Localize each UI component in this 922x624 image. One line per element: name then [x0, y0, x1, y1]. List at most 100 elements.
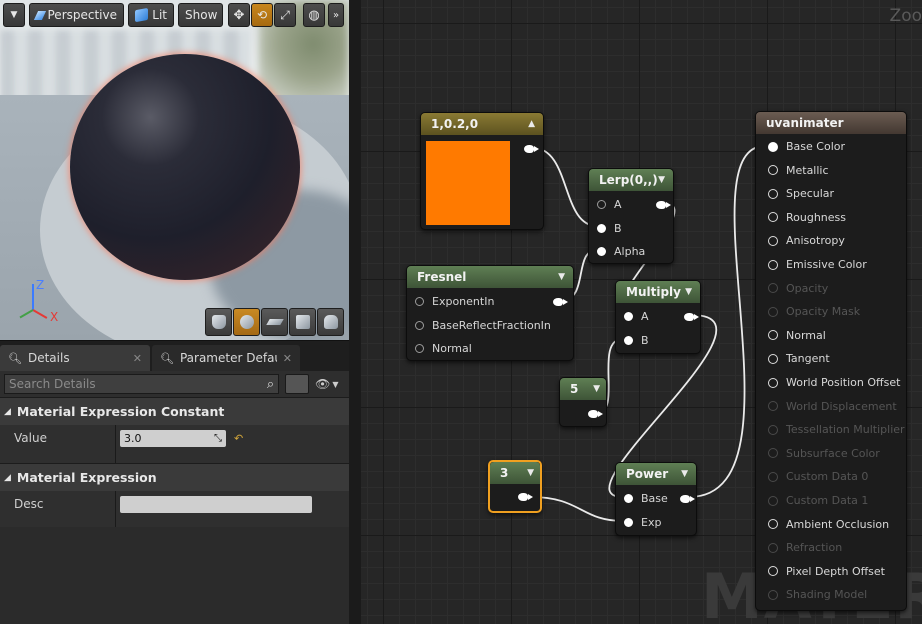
chevron-down-icon: ▼: [10, 10, 18, 20]
pin-exponentin[interactable]: ExponentIn: [415, 295, 494, 308]
material-pin-emissive-color[interactable]: Emissive Color: [768, 258, 867, 271]
node-constant3vector[interactable]: 1,0.2,0 ▲: [420, 112, 544, 230]
node-multiply[interactable]: Multiply ▼ A B: [615, 280, 701, 354]
move-icon: ✥: [233, 7, 245, 23]
output-pin[interactable]: [553, 298, 568, 306]
perspective-icon: [33, 10, 46, 20]
scale-mode-button[interactable]: ⤢: [274, 3, 296, 27]
perspective-button[interactable]: Perspective: [29, 3, 124, 27]
value-field[interactable]: 3.0 ⤡: [120, 429, 226, 447]
preview-cube-button[interactable]: [289, 308, 316, 336]
node-material-result[interactable]: uvanimater Base Color Metallic Specular Rou…: [755, 111, 907, 611]
material-pin-world-position-offset[interactable]: World Position Offset: [768, 376, 900, 389]
magnifier-icon: 🔍︎: [8, 351, 22, 365]
material-preview-viewport[interactable]: ▼ Perspective Lit Show ✥ ⟲ ⤢ ◍ » Z X: [0, 0, 349, 340]
property-row-desc: Desc: [0, 491, 349, 517]
material-pin-metallic[interactable]: Metallic: [768, 164, 829, 177]
pin-a[interactable]: A: [624, 310, 649, 323]
close-icon[interactable]: ✕: [133, 352, 142, 365]
material-pin-anisotropy[interactable]: Anisotropy: [768, 234, 845, 247]
eye-icon: 👁︎: [315, 377, 331, 391]
property-matrix-button[interactable]: [285, 374, 310, 394]
pin-base[interactable]: Base: [624, 492, 668, 505]
rotate-mode-button[interactable]: ⟲: [251, 3, 273, 27]
translate-mode-button[interactable]: ✥: [228, 3, 250, 27]
preview-cylinder-button[interactable]: [205, 308, 232, 336]
output-pin[interactable]: [524, 145, 539, 153]
tab-parameter-defaults-label: Parameter Defaults: [179, 351, 277, 365]
chevron-down-icon[interactable]: ▼: [558, 272, 565, 282]
view-options-button[interactable]: 👁︎ ▼: [315, 374, 345, 394]
tab-details[interactable]: 🔍︎ Details ✕: [0, 345, 150, 371]
pin-dot: [768, 259, 778, 270]
world-local-toggle-button[interactable]: ◍: [303, 3, 325, 27]
pin-label: Normal: [432, 342, 472, 355]
wire-three-to-power-exp: [530, 496, 624, 522]
chevron-down-icon[interactable]: ▼: [685, 287, 692, 297]
pin-a[interactable]: A: [597, 198, 622, 211]
show-button[interactable]: Show: [178, 3, 223, 27]
pin-normal[interactable]: Normal: [415, 342, 472, 355]
output-pin[interactable]: [518, 493, 533, 501]
material-pin-base-color[interactable]: Base Color: [768, 140, 845, 153]
node-constant-3[interactable]: 3 ▼: [488, 460, 542, 513]
preview-mesh-toolbar: [205, 308, 345, 336]
reset-to-default-icon[interactable]: ↶: [234, 432, 243, 445]
pin-dot: [597, 200, 606, 209]
pin-b[interactable]: B: [624, 334, 649, 347]
axis-gizmo: Z X: [8, 278, 58, 325]
preview-sphere[interactable]: [70, 54, 300, 280]
tab-parameter-defaults[interactable]: 🔍︎ Parameter Defaults ✕: [152, 345, 300, 371]
toolbar-overflow-button[interactable]: »: [328, 3, 344, 27]
desc-field[interactable]: [120, 495, 312, 513]
pin-label: A: [641, 310, 649, 323]
desc-label: Desc: [0, 491, 116, 517]
output-pin[interactable]: [684, 313, 699, 321]
material-pin-normal[interactable]: Normal: [768, 329, 826, 342]
chevron-down-icon[interactable]: ▼: [593, 384, 600, 394]
category-material-expression[interactable]: ◢ Material Expression: [0, 463, 349, 491]
output-pin[interactable]: [656, 201, 671, 209]
pin-b[interactable]: B: [597, 222, 622, 235]
pin-dot: [768, 566, 778, 577]
pin-label: World Displacement: [786, 399, 897, 413]
category-material-expression-constant[interactable]: ◢ Material Expression Constant: [0, 397, 349, 425]
preview-plane-button[interactable]: [261, 308, 288, 336]
chevron-down-icon[interactable]: ▼: [527, 468, 534, 478]
category-title: Material Expression Constant: [16, 404, 225, 419]
collapse-up-icon[interactable]: ▲: [528, 119, 535, 129]
material-pin-specular[interactable]: Specular: [768, 187, 834, 200]
material-pin-pixel-depth-offset[interactable]: Pixel Depth Offset: [768, 565, 885, 578]
node-lerp[interactable]: Lerp(0,,) ▼ A B Alpha: [588, 168, 674, 264]
chevron-down-icon[interactable]: ▼: [658, 175, 665, 185]
node-constant-5[interactable]: 5 ▼: [559, 377, 607, 427]
material-pin-tangent[interactable]: Tangent: [768, 352, 830, 365]
pin-basereflectfractionin[interactable]: BaseReflectFractionIn: [415, 319, 551, 332]
pin-dot: [624, 518, 633, 527]
preview-sphere-button[interactable]: [233, 308, 260, 336]
chevron-down-icon[interactable]: ▼: [681, 469, 688, 479]
output-pin[interactable]: [588, 410, 603, 418]
pin-label: Tangent: [786, 352, 830, 366]
node-title: 5: [570, 382, 579, 396]
pin-exp[interactable]: Exp: [624, 516, 661, 529]
node-header: 5 ▼: [560, 378, 606, 400]
pin-label: B: [614, 222, 622, 235]
material-pin-ambient-occlusion[interactable]: Ambient Occlusion: [768, 518, 889, 531]
preview-mesh-button[interactable]: [317, 308, 344, 336]
material-pin-roughness[interactable]: Roughness: [768, 211, 846, 224]
pin-label: ExponentIn: [432, 295, 495, 308]
pin-dot: [768, 165, 778, 176]
lit-button[interactable]: Lit: [128, 3, 174, 27]
pin-dot: [768, 353, 778, 364]
node-power[interactable]: Power ▼ Base Exp: [615, 462, 697, 536]
pin-dot: [768, 283, 778, 294]
details-search-input[interactable]: Search Details ⌕: [4, 374, 280, 394]
output-pin[interactable]: [680, 495, 695, 503]
pin-alpha[interactable]: Alpha: [597, 245, 645, 258]
close-icon[interactable]: ✕: [283, 352, 292, 365]
node-fresnel[interactable]: Fresnel ▼ ExponentIn BaseReflectFraction…: [406, 265, 574, 361]
material-graph-canvas[interactable]: Zoo MATERIA 1,0.2,0 ▲ Lerp(0,,) ▼ A B Al…: [355, 0, 922, 624]
viewport-menu-button[interactable]: ▼: [3, 3, 25, 27]
pin-label: Opacity: [786, 281, 829, 295]
